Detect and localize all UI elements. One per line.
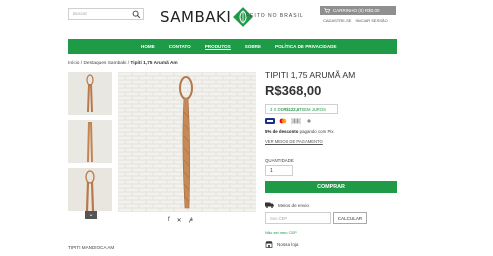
buy-button[interactable]: COMPRAR — [265, 181, 397, 193]
search-input[interactable]: Buscar — [68, 8, 144, 20]
breadcrumb: Início / Destaques Sambaki / Tipiti 1,75… — [68, 61, 178, 66]
cart-button[interactable]: CARRINHO (0) R$0,00 — [320, 6, 396, 15]
nav-item-produtos[interactable]: PRODUTOS — [204, 44, 231, 50]
store-icon — [265, 241, 273, 248]
product-photo — [118, 72, 256, 212]
cart-icon — [324, 8, 330, 13]
pinterest-icon[interactable]: 𝓅 — [189, 217, 193, 224]
login-link[interactable]: INICIAR SESSÃO — [355, 18, 387, 23]
description-title: TIPITI MANDIOCA AM — [68, 245, 115, 250]
thumbnail-3[interactable] — [68, 168, 112, 211]
nav-item-contato[interactable]: CONTATO — [169, 44, 191, 49]
product-thumbnail-image — [68, 168, 112, 211]
discount-rest: pagando com Pix — [298, 129, 334, 134]
breadcrumb-section[interactable]: Destaques Sambaki — [83, 61, 126, 66]
no-cep-link[interactable]: Não sei meu CEP — [265, 230, 297, 235]
nav-item-home[interactable]: HOME — [141, 44, 155, 49]
quantity-input[interactable]: 1 — [265, 165, 293, 176]
thumbnail-2[interactable] — [68, 120, 112, 163]
account-links: CADASTRE-SE INICIAR SESSÃO — [323, 18, 388, 23]
nav-item-sobre[interactable]: SOBRE — [245, 44, 261, 49]
product-thumbnail-image — [68, 120, 112, 163]
logo[interactable]: SAMBAKI — [160, 6, 254, 28]
shipping-row: Meios de envio — [265, 202, 309, 208]
nav-item-privacidade[interactable]: POLÍTICA DE PRIVACIDADE — [275, 44, 337, 49]
search-icon[interactable] — [132, 10, 141, 19]
search-placeholder: Buscar — [73, 11, 88, 16]
breadcrumb-current: Tipiti 1,75 Arumã Am — [130, 61, 178, 66]
pix-discount: 5% de desconto pagando com Pix — [265, 129, 334, 134]
product-title: TIPITI 1,75 ARUMÃ AM — [265, 70, 356, 80]
truck-icon — [265, 202, 274, 208]
installments-prefix: 3 X DE — [270, 106, 284, 112]
product-thumbnail-image — [68, 72, 112, 115]
product-price: R$368,00 — [265, 83, 322, 98]
breadcrumb-home[interactable]: Início — [68, 61, 79, 66]
shipping-label: Meios de envio — [278, 202, 309, 208]
logo-text: SAMBAKI — [160, 8, 232, 26]
installments-badge: 3 X DE R$122,67 SEM JUROS — [265, 104, 338, 114]
thumbnail-1[interactable] — [68, 72, 112, 115]
cep-input[interactable]: Seu CEP — [265, 212, 331, 224]
payment-icons — [265, 118, 314, 124]
x-icon[interactable]: ✕ — [177, 217, 182, 224]
visa-icon — [265, 118, 275, 124]
store-row: Nossa loja — [265, 241, 298, 248]
discount-bold: 5% de desconto — [265, 129, 299, 134]
payment-methods-link[interactable]: VER MEIOS DE PAGAMENTO — [265, 139, 323, 144]
facebook-icon[interactable]: f — [168, 217, 170, 224]
more-icon — [307, 119, 311, 123]
installments-suffix: SEM JUROS — [301, 106, 326, 112]
product-main-image[interactable] — [118, 72, 256, 212]
register-link[interactable]: CADASTRE-SE — [323, 18, 351, 23]
cart-label: CARRINHO (0) R$0,00 — [333, 8, 380, 13]
share-bar: f ✕ 𝓅 — [168, 217, 193, 224]
calculate-button[interactable]: CALCULAR — [333, 212, 367, 224]
tagline: FEITO NO BRASIL — [246, 13, 304, 19]
main-nav: HOME CONTATO PRODUTOS SOBRE POLÍTICA DE … — [68, 39, 397, 54]
mastercard-icon — [279, 118, 287, 124]
installments-value: R$122,67 — [283, 106, 302, 112]
thumbnail-list — [68, 72, 112, 216]
chevron-down-icon[interactable]: ⌄ — [85, 211, 97, 219]
store-label: Nossa loja — [277, 242, 299, 247]
boleto-icon — [291, 118, 301, 124]
quantity-label: QUANTIDADE — [265, 158, 294, 163]
